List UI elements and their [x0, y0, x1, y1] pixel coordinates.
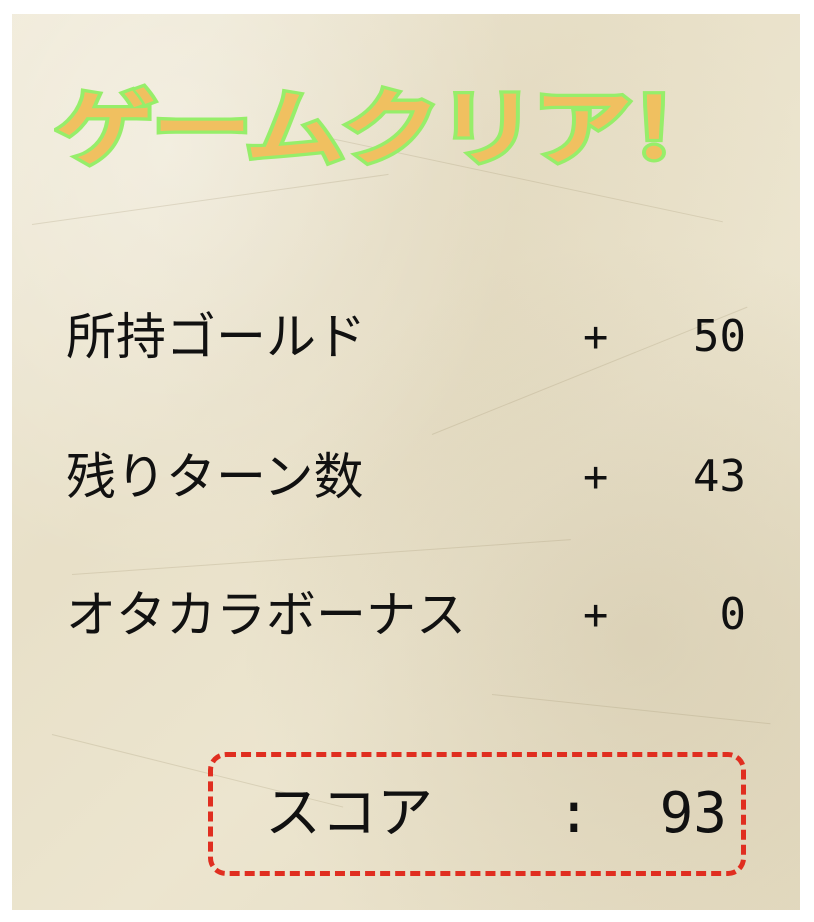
result-value: 0 — [719, 589, 747, 640]
plus-sign: + — [583, 312, 609, 361]
score-box: スコア : 93 — [208, 752, 746, 876]
score-line: スコア : 93 — [265, 779, 735, 849]
paper-crease — [71, 539, 571, 575]
score-value: 93 — [659, 781, 727, 846]
result-row-gold: 所持ゴールド + 50 — [66, 302, 746, 372]
result-row-treasure-bonus: オタカラボーナス + 0 — [66, 580, 746, 650]
game-clear-title: ゲームクリア！ — [52, 77, 733, 180]
result-label: 残りターン数 — [66, 448, 364, 506]
plus-sign: + — [583, 590, 609, 639]
result-label: 所持ゴールド — [66, 308, 366, 366]
result-value: 50 — [693, 311, 746, 362]
score-separator: : — [557, 781, 591, 846]
score-label: スコア — [265, 781, 433, 846]
result-label: オタカラボーナス — [66, 586, 466, 644]
plus-sign: + — [583, 452, 609, 501]
result-row-turns: 残りターン数 + 43 — [66, 442, 746, 512]
paper-crease — [491, 694, 771, 725]
result-value: 43 — [693, 451, 746, 502]
